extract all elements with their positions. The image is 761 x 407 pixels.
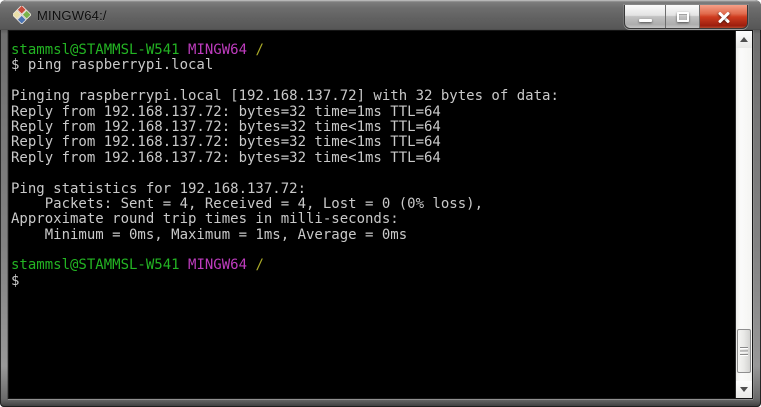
close-icon: [716, 10, 732, 24]
terminal-output[interactable]: stammsl@STAMMSL-W541 MINGW64 /$ ping ras…: [9, 31, 735, 398]
grip-icon: [740, 347, 748, 356]
terminal-line: Reply from 192.168.137.72: bytes=32 time…: [11, 105, 733, 120]
terminal-line: $ ping raspberrypi.local: [11, 58, 733, 73]
maximize-button[interactable]: [666, 5, 700, 28]
terminal-line: stammsl@STAMMSL-W541 MINGW64 /: [11, 43, 733, 58]
terminal-line: [11, 243, 733, 258]
terminal-line: [11, 74, 733, 89]
arrow-up-icon: [740, 37, 748, 42]
title-bar[interactable]: MINGW64:/: [0, 0, 761, 30]
terminal-line: Approximate round trip times in milli-se…: [11, 212, 733, 227]
minimize-button[interactable]: [625, 5, 666, 28]
scrollbar-track[interactable]: [736, 48, 752, 381]
scroll-up-button[interactable]: [736, 31, 752, 48]
terminal-line: Packets: Sent = 4, Received = 4, Lost = …: [11, 197, 733, 212]
minimize-icon: [639, 19, 652, 22]
terminal-line: Ping statistics for 192.168.137.72:: [11, 182, 733, 197]
scrollbar: [735, 31, 752, 398]
terminal-line: Reply from 192.168.137.72: bytes=32 time…: [11, 135, 733, 150]
terminal-line: Reply from 192.168.137.72: bytes=32 time…: [11, 151, 733, 166]
terminal-line: Pinging raspberrypi.local [192.168.137.7…: [11, 89, 733, 104]
terminal-line: Reply from 192.168.137.72: bytes=32 time…: [11, 120, 733, 135]
msys-app-icon: [13, 6, 31, 24]
window-controls: [624, 5, 748, 29]
terminal-content: stammsl@STAMMSL-W541 MINGW64 /$ ping ras…: [8, 30, 753, 399]
terminal-line: [11, 166, 733, 181]
scroll-down-button[interactable]: [736, 381, 752, 398]
window-title: MINGW64:/: [37, 8, 107, 23]
arrow-down-icon: [740, 387, 748, 392]
scrollbar-thumb[interactable]: [737, 329, 751, 373]
terminal-line: stammsl@STAMMSL-W541 MINGW64 /: [11, 258, 733, 273]
terminal-window: MINGW64:/ stammsl@STAMMSL-W541 MINGW64 /…: [0, 0, 761, 407]
close-button[interactable]: [700, 5, 747, 28]
maximize-icon: [677, 12, 689, 22]
terminal-line: Minimum = 0ms, Maximum = 1ms, Average = …: [11, 228, 733, 243]
terminal-line: $: [11, 274, 733, 289]
